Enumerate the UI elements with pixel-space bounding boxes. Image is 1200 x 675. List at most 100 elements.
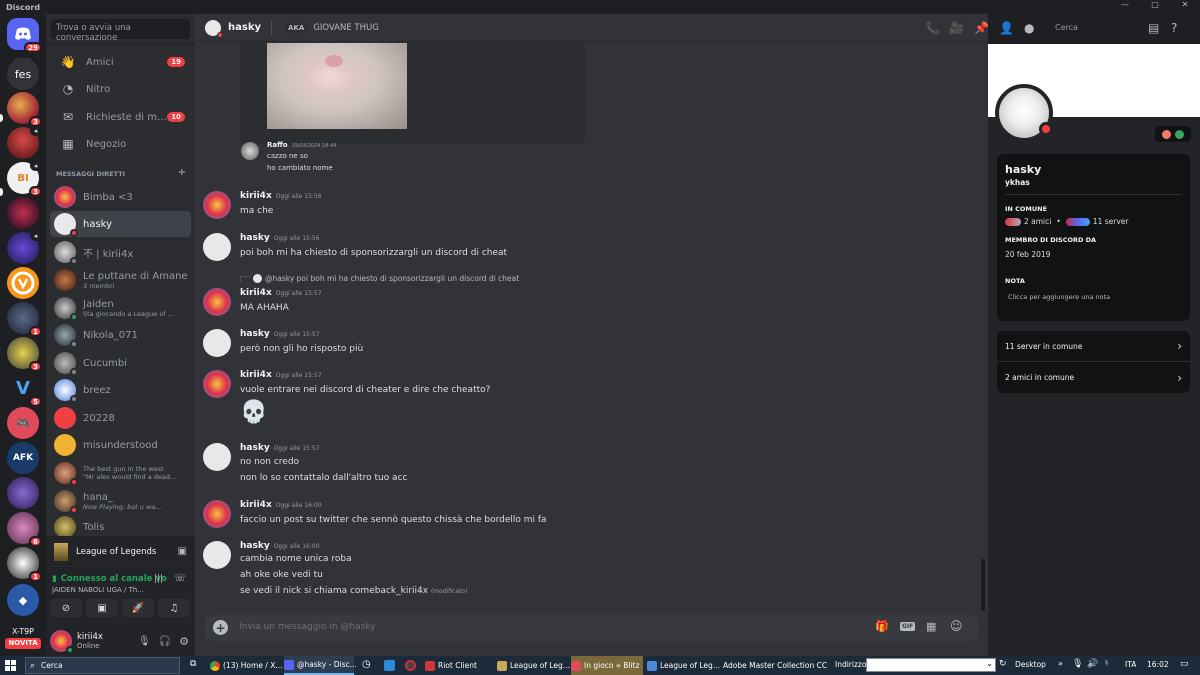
server-icon[interactable]: BI ◂ 3: [7, 160, 42, 197]
reply-preview[interactable]: @hasky poi boh mi ha chiesto di sponsori…: [240, 274, 519, 283]
mutual-servers-count[interactable]: 11 server: [1093, 217, 1129, 226]
add-dm-button[interactable]: +: [178, 167, 186, 178]
mutual-servers-link[interactable]: 11 server in comune ›: [997, 331, 1190, 362]
avatar[interactable]: [203, 233, 231, 261]
tray-chevron-icon[interactable]: »: [1058, 659, 1063, 668]
attach-plus-icon[interactable]: +: [213, 620, 228, 635]
dm-item[interactable]: breez: [50, 377, 191, 403]
language-indicator[interactable]: ITA: [1125, 660, 1136, 669]
server-icon[interactable]: [7, 267, 39, 299]
avatar[interactable]: [203, 191, 231, 219]
nav-friends[interactable]: 👋 Amici 19: [50, 50, 191, 74]
voice-call-icon[interactable]: 📞: [925, 21, 940, 35]
taskbar-item-chrome[interactable]: (13) Home / X...: [210, 656, 283, 675]
server-icon[interactable]: V5: [7, 372, 42, 407]
volume-icon[interactable]: 🔊: [1087, 659, 1098, 669]
avatar[interactable]: [203, 329, 231, 357]
dm-item[interactable]: Bimba <3: [50, 184, 191, 210]
server-icon[interactable]: 6: [7, 512, 42, 547]
dm-item[interactable]: misunderstood: [50, 432, 191, 458]
camera-off-button[interactable]: ⊘: [50, 599, 82, 617]
avatar[interactable]: [203, 443, 231, 471]
minimize-button[interactable]: —: [1110, 0, 1140, 14]
chat-search-input[interactable]: Cerca: [1051, 21, 1136, 36]
server-icon[interactable]: [7, 477, 39, 509]
dm-item[interactable]: Cucumbi: [50, 350, 191, 376]
bottom-server-label[interactable]: X-T9P: [2, 627, 44, 636]
note-input[interactable]: Clicca per aggiungere una nota: [1008, 293, 1110, 301]
dm-item[interactable]: Nikola_071: [50, 322, 191, 348]
server-icon[interactable]: AFK: [7, 442, 39, 474]
avatar[interactable]: [203, 500, 231, 528]
disconnect-icon[interactable]: ☏: [174, 573, 187, 584]
taskbar-item-adobe[interactable]: Adobe Master Collection CC: [723, 656, 827, 675]
video-call-icon[interactable]: 🎥: [949, 21, 964, 35]
maximize-button[interactable]: □: [1140, 0, 1170, 14]
message-author[interactable]: hasky: [240, 329, 270, 339]
profile-toggle-icon[interactable]: ●: [1024, 21, 1034, 35]
notifications-icon[interactable]: ▭: [1180, 659, 1189, 669]
sticker-icon[interactable]: ▦: [926, 620, 936, 633]
dm-search-input[interactable]: Trova o avvia una conversazione: [51, 19, 190, 43]
nav-message-requests[interactable]: ✉ Richieste di mes... 10: [50, 105, 191, 129]
message-author[interactable]: hasky: [240, 541, 270, 551]
avatar[interactable]: [203, 541, 231, 569]
inbox-icon[interactable]: ▤: [1148, 21, 1159, 35]
emoji-icon[interactable]: ☺: [950, 619, 963, 633]
message-author[interactable]: kirii4x: [240, 288, 272, 298]
nav-nitro[interactable]: ◔ Nitro: [50, 77, 191, 101]
voice-waveform-icon[interactable]: |||: [154, 574, 163, 584]
composer-input[interactable]: Invia un messaggio in @hasky: [239, 622, 376, 632]
home-button[interactable]: 29: [7, 18, 42, 53]
taskbar-item-riot[interactable]: Riot Client: [425, 656, 493, 675]
avatar[interactable]: [203, 288, 231, 316]
clock-app-icon[interactable]: ◷: [362, 659, 371, 670]
gif-icon[interactable]: GIF: [900, 622, 916, 631]
obs-icon[interactable]: [405, 660, 416, 671]
taskbar-item-discord[interactable]: @hasky - Disc...: [284, 656, 357, 675]
server-icon[interactable]: ◂: [7, 125, 41, 159]
dm-item[interactable]: Jaiden Sta giocando a League of ...: [50, 295, 191, 321]
message-author[interactable]: kirii4x: [240, 370, 272, 380]
dm-item-active[interactable]: hasky: [50, 211, 191, 237]
clock-time[interactable]: 16:02: [1147, 660, 1169, 669]
message-composer[interactable]: + Invia un messaggio in @hasky 🎁 GIF ▦ ☺: [205, 615, 978, 641]
microphone-icon[interactable]: 🎙: [138, 636, 151, 647]
screen-share-button[interactable]: ▣: [86, 599, 118, 617]
cat-image[interactable]: [267, 43, 407, 129]
mutual-friends-link[interactable]: 2 amici in comune ›: [997, 362, 1190, 393]
taskbar-item-league[interactable]: League of Leg...: [497, 656, 570, 675]
taskbar-item-league-2[interactable]: League of Leg...: [647, 656, 720, 675]
avatar[interactable]: [203, 370, 231, 398]
help-icon[interactable]: ?: [1171, 21, 1177, 35]
message-author[interactable]: hasky: [240, 233, 270, 243]
dm-item[interactable]: 不 | kirii4x: [50, 239, 191, 265]
refresh-icon[interactable]: ↻: [999, 659, 1007, 669]
nav-shop[interactable]: ▦ Negozio: [50, 132, 191, 156]
server-icon[interactable]: 1: [7, 302, 42, 337]
scrollbar[interactable]: [981, 559, 985, 611]
message-author[interactable]: kirii4x: [240, 500, 272, 510]
taskbar-item-blitz[interactable]: In gioco ⟡ Blitz: [571, 656, 643, 675]
gift-icon[interactable]: 🎁: [875, 620, 889, 633]
taskbar-search[interactable]: ⌕ Cerca: [25, 657, 180, 674]
address-input[interactable]: ⌄: [866, 658, 996, 672]
server-icon[interactable]: ◂: [7, 230, 41, 264]
activity-button[interactable]: 🚀: [122, 599, 154, 617]
message-author[interactable]: kirii4x: [240, 191, 272, 201]
mic-tray-icon[interactable]: 🎙: [1072, 659, 1083, 669]
server-icon[interactable]: ◆: [7, 584, 39, 616]
server-icon[interactable]: 1: [7, 547, 42, 582]
dm-item[interactable]: 20228: [50, 405, 191, 431]
server-icon[interactable]: 3: [7, 92, 42, 127]
close-button[interactable]: ✕: [1170, 0, 1200, 14]
pin-icon[interactable]: 📌: [974, 21, 989, 35]
profile-avatar[interactable]: [995, 84, 1053, 142]
gear-icon[interactable]: ⚙: [179, 635, 189, 648]
task-view-icon[interactable]: ⧉: [190, 659, 196, 669]
user-avatar[interactable]: [50, 630, 74, 654]
soundboard-button[interactable]: ♫: [158, 599, 190, 617]
server-icon[interactable]: [7, 197, 39, 229]
dm-item[interactable]: hana_ Now Playing: bot u wa...: [50, 488, 191, 514]
server-fes[interactable]: fes: [7, 58, 39, 90]
